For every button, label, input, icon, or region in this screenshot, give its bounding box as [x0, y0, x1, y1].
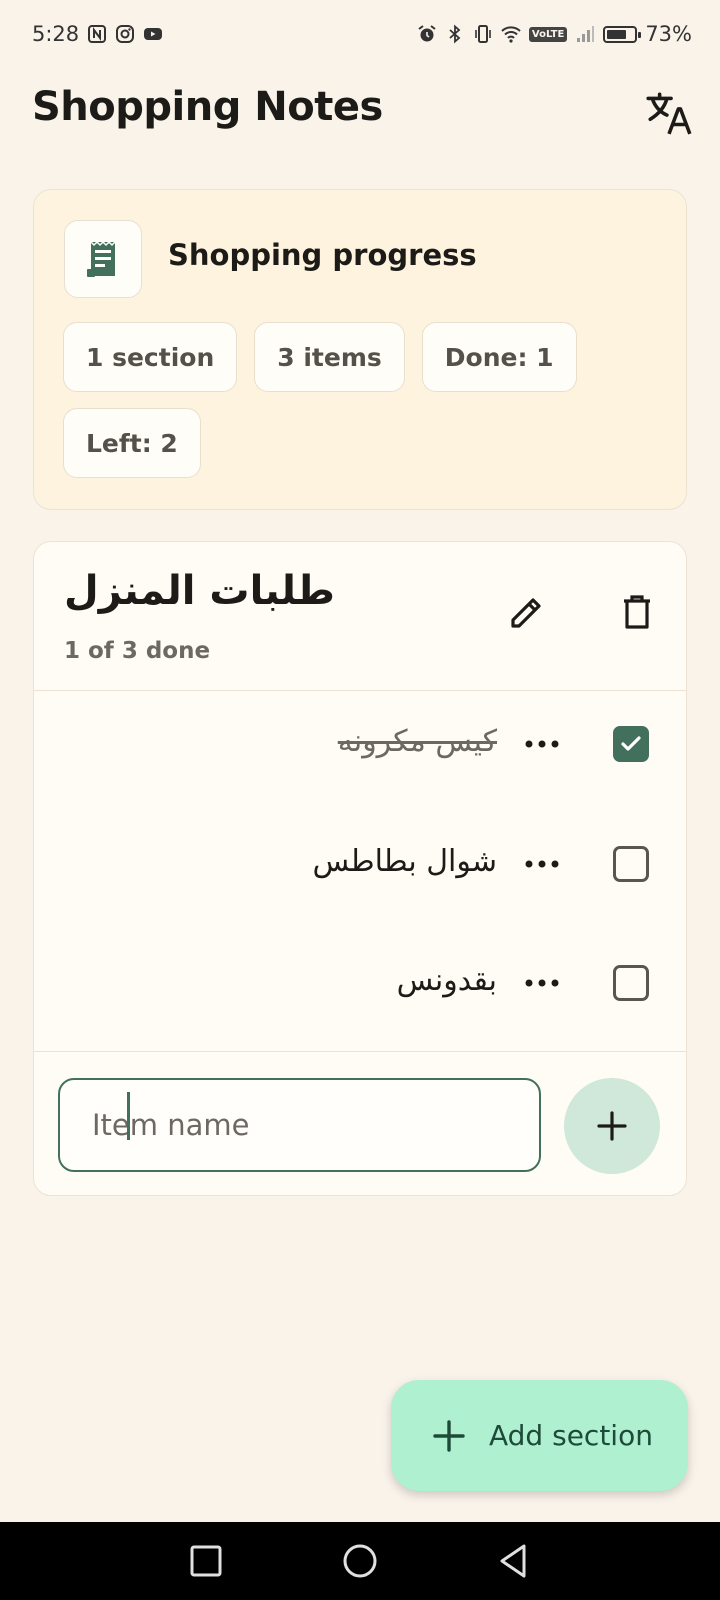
check-icon — [621, 736, 641, 751]
item-label: شوال بطاطس — [312, 844, 497, 879]
text-caret — [127, 1092, 130, 1140]
trash-icon — [624, 595, 650, 629]
edit-section-button[interactable] — [503, 588, 551, 636]
item-label: بقدونس — [396, 963, 497, 998]
more-horizontal-icon — [525, 979, 559, 987]
list-item: بقدونس — [34, 933, 686, 1033]
signal-icon — [575, 24, 595, 44]
item-label: كيس مكرونه — [337, 724, 497, 759]
list-item: كيس مكرونه — [34, 694, 686, 794]
add-item-row — [34, 1051, 686, 1195]
item-checkbox[interactable] — [613, 965, 649, 1001]
plus-icon — [433, 1419, 465, 1452]
alarm-icon — [417, 24, 437, 44]
vibrate-icon — [473, 24, 493, 44]
bluetooth-icon — [445, 24, 465, 44]
add-section-button[interactable]: Add section — [391, 1380, 688, 1491]
pencil-icon — [511, 598, 541, 628]
add-item-button[interactable] — [564, 1078, 660, 1174]
item-more-button[interactable] — [522, 730, 562, 758]
battery-icon — [603, 25, 642, 43]
item-name-input[interactable] — [58, 1078, 541, 1172]
page-title: Shopping Notes — [32, 84, 383, 130]
status-left: 5:28 — [32, 22, 163, 46]
wifi-icon — [501, 24, 521, 44]
section-card: طلبات المنزل 1 of 3 done كيس مكرونه شوال… — [33, 541, 687, 1196]
battery-fill — [607, 29, 627, 39]
more-horizontal-icon — [525, 740, 559, 748]
plus-icon — [597, 1111, 627, 1141]
progress-chips: 1 section 3 items Done: 1 Left: 2 — [63, 322, 663, 478]
battery-percent: 73% — [645, 22, 692, 46]
youtube-icon — [143, 24, 163, 44]
more-horizontal-icon — [525, 860, 559, 868]
instagram-icon — [115, 24, 135, 44]
nfc-icon — [87, 24, 107, 44]
item-checkbox[interactable] — [613, 726, 649, 762]
item-more-button[interactable] — [522, 969, 562, 997]
chip-done: Done: 1 — [421, 322, 577, 392]
item-more-button[interactable] — [522, 850, 562, 878]
list-item: شوال بطاطس — [34, 814, 686, 914]
chip-items: 3 items — [254, 322, 405, 392]
status-right: VoLTE 73% — [417, 22, 692, 46]
delete-section-button[interactable] — [613, 588, 661, 636]
add-section-label: Add section — [489, 1419, 653, 1452]
status-bar: 5:28 VoLTE 73% — [0, 0, 720, 70]
item-checkbox[interactable] — [613, 846, 649, 882]
section-header: طلبات المنزل 1 of 3 done — [34, 542, 686, 691]
receipt-icon — [87, 240, 116, 277]
progress-card: Shopping progress 1 section 3 items Done… — [33, 189, 687, 510]
progress-title: Shopping progress — [168, 238, 477, 272]
section-title: طلبات المنزل — [64, 568, 335, 614]
chip-left: Left: 2 — [63, 408, 201, 478]
receipt-icon-container — [64, 220, 142, 298]
home-icon[interactable] — [340, 1541, 380, 1581]
back-icon[interactable] — [494, 1541, 534, 1581]
chip-sections: 1 section — [63, 322, 238, 392]
status-time: 5:28 — [32, 22, 80, 46]
translate-icon[interactable] — [644, 88, 694, 138]
system-nav-bar — [0, 1522, 720, 1600]
recents-icon[interactable] — [186, 1541, 226, 1581]
section-progress: 1 of 3 done — [64, 638, 211, 664]
volte-badge: VoLTE — [528, 26, 568, 42]
